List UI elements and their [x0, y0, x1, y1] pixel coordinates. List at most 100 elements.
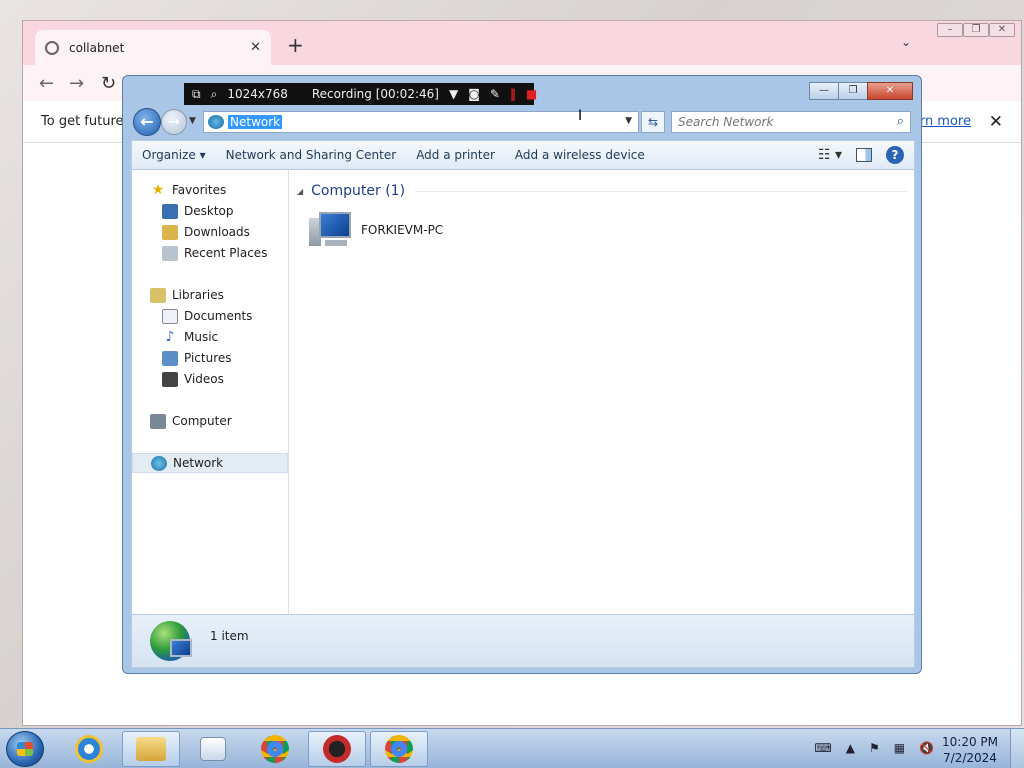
add-printer-button[interactable]: Add a printer [406, 148, 505, 162]
clock-time: 10:20 PM [942, 735, 998, 749]
back-arrow-icon[interactable]: ← [39, 73, 54, 94]
nav-pictures[interactable]: Pictures [132, 348, 288, 368]
chrome-icon [261, 735, 289, 763]
help-icon[interactable]: ? [886, 146, 904, 164]
forward-button[interactable]: → [161, 109, 187, 135]
tab-title: collabnet [69, 40, 125, 55]
nav-label: Videos [184, 372, 224, 386]
desktop-icon [162, 203, 178, 219]
window-select-icon[interactable]: ⧉ [192, 87, 201, 102]
preview-pane-icon[interactable] [856, 148, 872, 162]
nav-label: Pictures [184, 351, 232, 365]
volume-muted-icon[interactable]: 🔇 [919, 741, 934, 755]
taskbar: ⌨ ▲ ⚑ ▦ 🔇 10:20 PM 7/2/2024 [0, 728, 1024, 768]
organize-button[interactable]: Organize ▾ [132, 148, 216, 162]
list-item[interactable]: FORKIEVM-PC [309, 212, 443, 248]
nav-music[interactable]: ♪ Music [132, 327, 288, 347]
minimize-button[interactable]: — [809, 82, 839, 100]
recorder-icon [323, 735, 351, 763]
dropdown-icon[interactable]: ▼ [449, 87, 458, 101]
taskbar-ie[interactable] [60, 731, 118, 767]
search-icon[interactable]: ⌕ [897, 114, 904, 129]
internet-explorer-icon [75, 735, 103, 763]
pause-icon[interactable]: ‖ [510, 87, 516, 101]
organize-label: Organize [142, 148, 196, 162]
forward-arrow-icon[interactable]: → [69, 73, 84, 94]
chrome-icon [385, 735, 413, 763]
system-tray: ⌨ ▲ ⚑ ▦ 🔇 [814, 741, 934, 755]
film-icon [162, 371, 178, 387]
show-desktop-button[interactable] [1010, 729, 1024, 768]
minimize-button[interactable]: – [937, 23, 963, 37]
add-wireless-device-button[interactable]: Add a wireless device [505, 148, 655, 162]
taskbar-media-player[interactable] [184, 731, 242, 767]
folder-icon [136, 737, 166, 761]
address-text[interactable]: Network [228, 115, 283, 129]
nav-network[interactable]: Network [132, 453, 288, 473]
taskbar-chrome-2[interactable] [370, 731, 428, 767]
nav-videos[interactable]: Videos [132, 369, 288, 389]
network-tray-icon[interactable]: ▦ [894, 741, 905, 755]
computer-icon [150, 413, 166, 429]
address-bar[interactable]: Network ▼ [203, 111, 639, 133]
search-input[interactable] [672, 112, 882, 132]
taskbar-explorer[interactable] [122, 731, 180, 767]
nav-desktop[interactable]: Desktop [132, 201, 288, 221]
camera-icon[interactable]: ◙ [468, 87, 480, 101]
details-pane: 1 item [131, 614, 915, 668]
chrome-tab-bar: collabnet ✕ + ⌄ – ❐ ✕ [23, 21, 1021, 65]
text-cursor-icon: I [578, 108, 583, 124]
media-player-icon [200, 737, 226, 761]
recent-pages-icon[interactable]: ▼ [189, 116, 196, 126]
show-hidden-icons[interactable]: ▲ [846, 741, 855, 755]
nav-downloads[interactable]: Downloads [132, 222, 288, 242]
taskbar-recorder[interactable] [308, 731, 366, 767]
close-button[interactable]: ✕ [989, 23, 1015, 37]
globe-icon [45, 40, 59, 55]
start-button[interactable] [6, 731, 44, 767]
downloads-folder-icon [162, 224, 178, 240]
nav-recent-places[interactable]: Recent Places [132, 243, 288, 263]
content-pane: ◢ Computer (1) FORKIEVM-PC [289, 170, 915, 614]
nav-favorites[interactable]: ★ Favorites [132, 180, 288, 200]
clock[interactable]: 10:20 PM 7/2/2024 [942, 734, 998, 766]
tab-close-icon[interactable]: ✕ [250, 40, 261, 55]
nav-computer[interactable]: Computer [132, 411, 288, 431]
zoom-icon[interactable]: ⌕ [211, 87, 218, 102]
infobar-close-icon[interactable]: ✕ [989, 112, 1003, 132]
maximize-button[interactable]: ❐ [838, 82, 868, 100]
close-button[interactable]: ✕ [867, 82, 913, 100]
nav-documents[interactable]: Documents [132, 306, 288, 326]
keyboard-icon[interactable]: ⌨ [814, 741, 831, 755]
back-button[interactable]: ← [133, 108, 161, 136]
refresh-button[interactable]: ⇆ [641, 111, 665, 133]
stop-icon[interactable]: ■ [526, 87, 537, 101]
address-dropdown-icon[interactable]: ▼ [625, 116, 632, 126]
reload-icon[interactable]: ↻ [101, 73, 116, 94]
collapse-triangle-icon[interactable]: ◢ [297, 187, 303, 196]
nav-libraries[interactable]: Libraries [132, 285, 288, 305]
network-globe-icon [151, 455, 167, 471]
new-tab-button[interactable]: + [287, 33, 304, 57]
restore-button[interactable]: ❐ [963, 23, 989, 37]
group-divider [415, 190, 907, 192]
search-box[interactable]: ⌕ [671, 111, 911, 133]
flag-icon[interactable]: ⚑ [869, 741, 880, 755]
chrome-tab[interactable]: collabnet ✕ [35, 30, 271, 65]
change-view-icon[interactable]: ☷ ▾ [818, 147, 842, 163]
recent-places-icon [162, 245, 178, 261]
group-label: Computer (1) [311, 183, 406, 199]
network-sharing-center-button[interactable]: Network and Sharing Center [216, 148, 407, 162]
item-count: 1 item [210, 629, 249, 643]
group-header[interactable]: ◢ Computer (1) [297, 182, 907, 200]
view-controls: ☷ ▾ ? [818, 146, 904, 164]
computer-icon [309, 212, 353, 248]
recording-toolbar: ⧉ ⌕ 1024x768 Recording [00:02:46] ▼ ◙ ✎ … [184, 83, 537, 105]
pencil-icon[interactable]: ✎ [490, 87, 500, 101]
nav-label: Music [184, 330, 219, 344]
clock-date: 7/2/2024 [943, 751, 997, 765]
explorer-window: — ❐ ✕ ← → ▼ Network ▼ ⇆ ⌕ Organize ▾ Net… [122, 75, 922, 674]
chevron-down-icon[interactable]: ⌄ [901, 35, 911, 49]
address-row: ← → ▼ Network ▼ ⇆ ⌕ [131, 108, 915, 136]
taskbar-chrome[interactable] [246, 731, 304, 767]
